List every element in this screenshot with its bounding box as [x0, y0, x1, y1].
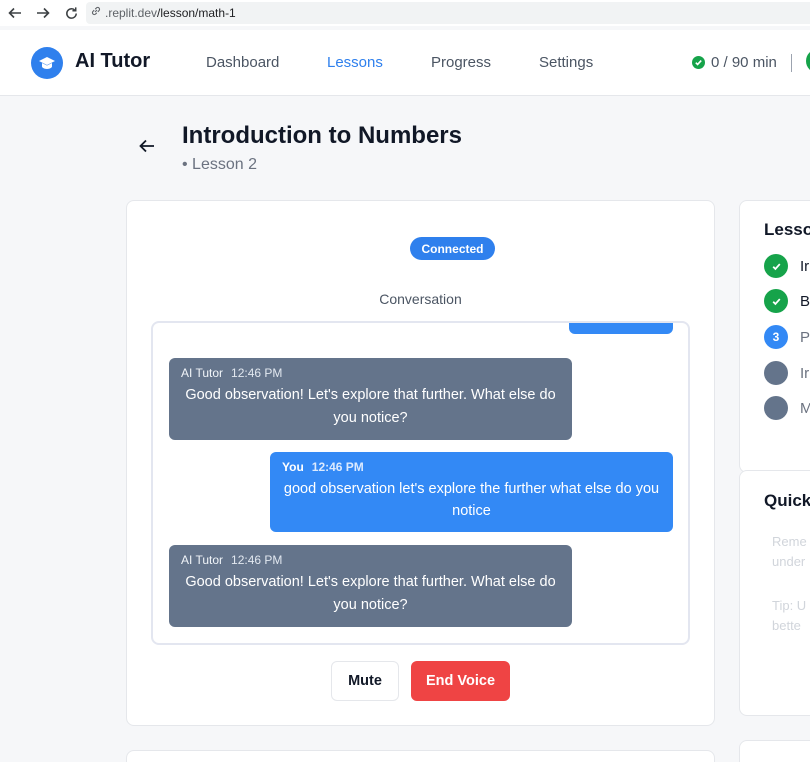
page-title: Introduction to Numbers [182, 122, 462, 149]
address-bar[interactable]: .replit.dev/lesson/math-1 [86, 2, 810, 24]
chat-message-user: You 12:46 PM good observation let's expl… [270, 452, 673, 532]
lesson-subtitle: • Lesson 2 [182, 156, 257, 173]
back-nav-icon[interactable] [4, 2, 26, 24]
check-icon [764, 254, 788, 278]
header-divider [791, 54, 792, 72]
connection-status-badge: Connected [410, 237, 495, 260]
mute-button[interactable]: Mute [331, 661, 399, 701]
tip-text: under [772, 554, 806, 569]
usage-text: 0 / 90 min [711, 54, 777, 71]
link-icon [90, 4, 102, 22]
check-circle-icon [692, 56, 705, 69]
message-time: 12:46 PM [231, 366, 283, 380]
message-text: Good observation! Let's explore that fur… [185, 387, 556, 426]
side-lower-card [739, 740, 810, 762]
tip-text: Tip: U [772, 598, 807, 613]
step-label: M [800, 399, 810, 417]
end-voice-button[interactable]: End Voice [411, 661, 510, 701]
tip-text: bette [772, 618, 801, 633]
step-label: Ir [800, 257, 810, 275]
lesson-step[interactable]: B [764, 289, 810, 313]
message-text: good observation let's explore the furth… [283, 481, 660, 519]
check-icon [764, 289, 788, 313]
lesson-step[interactable]: Ir [764, 361, 809, 385]
back-arrow-icon[interactable] [137, 136, 157, 156]
conversation-panel[interactable]: AI Tutor 12:46 PM Good observation! Let'… [151, 321, 690, 645]
tip-text: Reme [772, 534, 807, 549]
browser-toolbar: .replit.dev/lesson/math-1 [0, 0, 810, 26]
nav-progress[interactable]: Progress [431, 54, 491, 71]
message-text: Good observation! Let's explore that fur… [185, 574, 556, 613]
nav-lessons[interactable]: Lessons [327, 54, 383, 71]
message-sender: AI Tutor [181, 553, 224, 567]
brand-name[interactable]: AI Tutor [75, 50, 150, 73]
pending-step-marker [764, 361, 788, 385]
lesson-step[interactable]: 3 P [764, 325, 810, 349]
chat-message-ai: AI Tutor 12:46 PM Good observation! Let'… [169, 358, 572, 440]
message-time: 12:46 PM [231, 553, 283, 567]
graduation-cap-icon[interactable] [31, 47, 63, 79]
nav-settings[interactable]: Settings [539, 54, 593, 71]
pending-step-marker [764, 396, 788, 420]
message-sender: AI Tutor [181, 366, 224, 380]
progress-card-title: Lesso [764, 220, 810, 239]
lesson-step[interactable]: Ir [764, 254, 809, 278]
url-domain: .replit.dev [105, 6, 158, 20]
forward-nav-icon[interactable] [32, 2, 54, 24]
partial-message-bubble [569, 323, 673, 334]
reload-icon[interactable] [60, 2, 82, 24]
step-label: P [800, 328, 810, 346]
conversation-label: Conversation [379, 291, 462, 307]
lesson-progress-card: Lesso Ir B 3 P Ir M [739, 200, 810, 473]
step-label: B [800, 292, 810, 310]
avatar[interactable] [806, 49, 810, 73]
message-time: 12:46 PM [311, 460, 364, 474]
chat-message-ai: AI Tutor 12:46 PM Good observation! Let'… [169, 545, 572, 627]
lesson-step[interactable]: M [764, 396, 810, 420]
message-sender: You [282, 460, 304, 474]
step-number: 3 [764, 325, 788, 349]
usage-indicator: 0 / 90 min [692, 54, 777, 71]
lower-card [126, 750, 715, 762]
step-label: Ir [800, 364, 810, 382]
quick-tips-card: Quick Reme under Tip: U bette [739, 470, 810, 716]
app-header: AI Tutor Dashboard Lessons Progress Sett… [0, 30, 810, 96]
url-path: /lesson/math-1 [157, 6, 236, 20]
nav-dashboard[interactable]: Dashboard [206, 54, 279, 71]
quick-card-title: Quick [764, 491, 810, 510]
